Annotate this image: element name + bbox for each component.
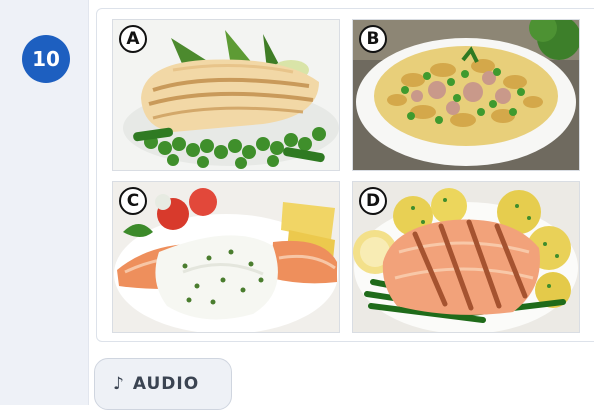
grilled-fish-with-peas-image xyxy=(113,20,339,170)
music-note-icon: ♪ xyxy=(113,374,125,394)
salmon-with-creamy-sauce-image xyxy=(113,182,339,332)
option-letter: A xyxy=(119,25,147,53)
option-d[interactable]: D xyxy=(352,181,580,333)
option-letter: B xyxy=(359,25,387,53)
option-letter: D xyxy=(359,187,387,215)
option-letter: C xyxy=(119,187,147,215)
audio-button[interactable]: ♪ AUDIO xyxy=(94,358,232,410)
grilled-salmon-with-potatoes-image xyxy=(353,182,579,332)
tuna-pasta-salad-image xyxy=(353,20,579,170)
audio-button-label: AUDIO xyxy=(132,374,200,394)
option-a[interactable]: A xyxy=(112,19,340,171)
rail-divider xyxy=(88,0,89,405)
question-number: 10 xyxy=(32,47,60,71)
option-c[interactable]: C xyxy=(112,181,340,333)
option-b[interactable]: B xyxy=(352,19,580,171)
question-number-badge: 10 xyxy=(22,35,70,83)
